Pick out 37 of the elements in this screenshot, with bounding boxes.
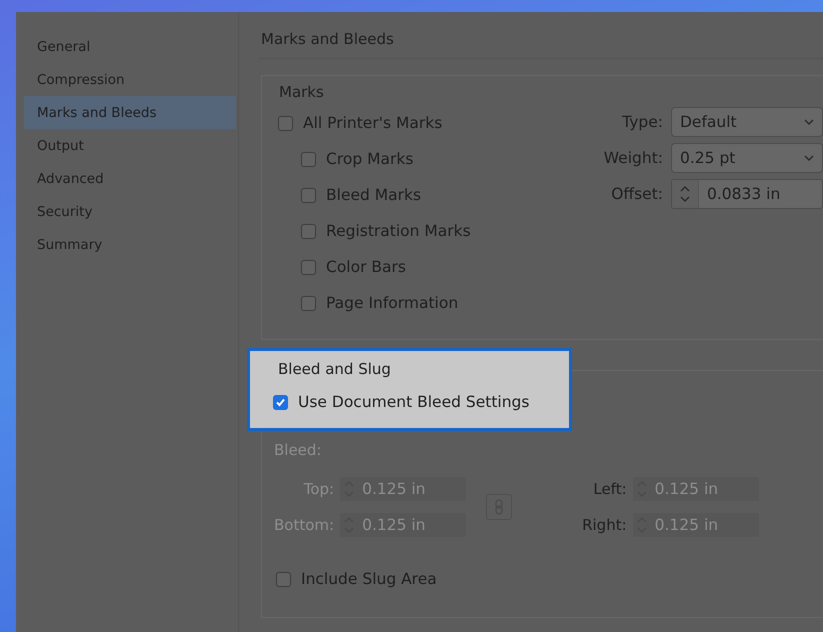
checkbox[interactable]: Registration Marks [301,213,471,249]
sidebar-item[interactable]: Output [24,129,236,162]
chevron-icon [804,155,814,161]
stepper-field[interactable]: 0.0833 in [671,179,823,209]
sidebar-item[interactable]: Compression [24,63,236,96]
sidebar-item[interactable]: Marks and Bleeds [24,96,236,129]
checkbox[interactable]: Bleed Marks [301,177,471,213]
checkbox-box[interactable] [301,296,316,310]
checkbox[interactable]: Page Information [301,285,471,321]
checkbox-box[interactable] [276,572,291,586]
group-legend: Marks [279,83,324,101]
checkbox[interactable]: Color Bars [301,249,471,285]
checkbox-box[interactable] [301,224,316,238]
setting-label: Weight: [604,149,663,167]
setting-label: Type: [621,113,663,131]
sidebar-item[interactable]: Summary [24,228,236,261]
dropdown[interactable]: 0.25 pt [671,143,823,173]
setting-label: Offset: [610,185,663,203]
chevron-icon [804,119,814,125]
checkbox[interactable]: Use Document Bleed Settings [273,384,569,420]
sidebar-item[interactable]: Security [24,195,236,228]
group-legend: Bleed and Slug [278,360,569,378]
checkbox-box[interactable] [278,116,293,130]
panel-title: Marks and Bleeds [259,28,823,59]
checkbox[interactable]: All Printer's Marks [278,105,471,141]
checkbox-box[interactable] [273,394,288,410]
checkbox[interactable]: Crop Marks [301,141,471,177]
sidebar-item[interactable]: General [24,30,236,63]
checkbox-box[interactable] [301,260,316,274]
dropdown[interactable]: Default [671,107,823,137]
checkbox-box[interactable] [301,152,316,166]
sidebar-item[interactable]: Advanced [24,162,236,195]
field-label: Left: [592,480,627,498]
stepper-icon[interactable] [680,184,690,204]
field-label: Right: [582,516,627,534]
checkbox[interactable]: Include Slug Area [276,561,823,597]
checkbox-box[interactable] [301,188,316,202]
